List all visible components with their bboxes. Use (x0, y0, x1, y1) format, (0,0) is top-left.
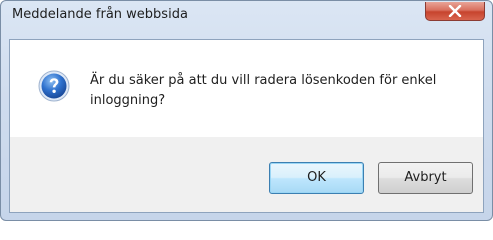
confirmation-message: Är du säker på att du vill radera lösenk… (90, 73, 437, 108)
question-icon (38, 70, 70, 102)
cancel-button[interactable]: Avbryt (378, 162, 473, 194)
message-area: Är du säker på att du vill radera lösenk… (10, 40, 483, 137)
title-bar[interactable]: Meddelande från webbsida (1, 1, 492, 31)
window-title: Meddelande från webbsida (12, 7, 188, 22)
close-button[interactable] (425, 2, 485, 21)
ok-button[interactable]: OK (269, 162, 364, 194)
dialog-window: Meddelande från webbsida Är du säker på … (0, 0, 493, 221)
close-icon (448, 5, 462, 17)
dialog-body: Är du säker på att du vill radera lösenk… (9, 39, 484, 213)
